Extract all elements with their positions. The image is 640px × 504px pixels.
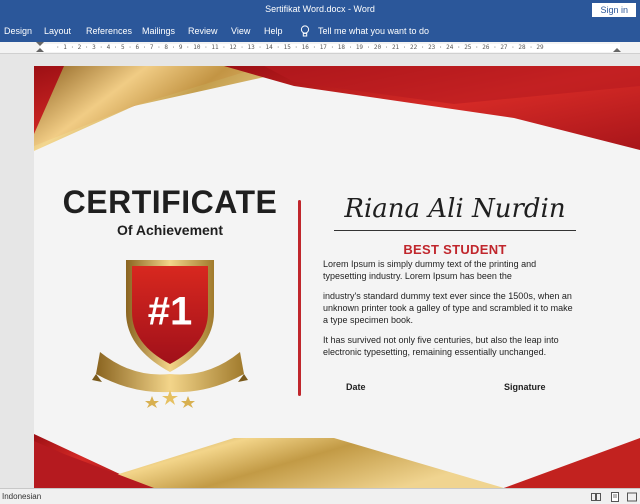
right-indent-marker-icon[interactable] — [613, 42, 621, 52]
signature-label: Signature — [504, 382, 546, 392]
tab-help[interactable]: Help — [264, 26, 283, 36]
read-mode-icon[interactable] — [591, 492, 601, 502]
window-title: Sertifikat Word.docx - Word — [265, 4, 375, 14]
ribbon-tabs: Design Layout References Mailings Review… — [0, 20, 640, 42]
left-indent-marker-icon[interactable] — [36, 42, 44, 52]
print-layout-icon[interactable] — [610, 492, 620, 502]
certificate-title: CERTIFICATE — [62, 184, 278, 220]
tab-review[interactable]: Review — [188, 26, 218, 36]
title-bar: Sertifikat Word.docx - Word Sign in — [0, 0, 640, 20]
ruler-numbers: · 1 · 2 · 3 · 4 · 5 · 6 · 7 · 8 · 9 · 10… — [56, 44, 544, 51]
description-paragraph-3: It has survived not only five centuries,… — [323, 335, 559, 357]
sign-in-button[interactable]: Sign in — [592, 3, 636, 17]
vertical-divider — [298, 200, 301, 396]
web-layout-icon[interactable] — [627, 492, 637, 502]
tab-view[interactable]: View — [231, 26, 250, 36]
name-underline — [334, 230, 576, 231]
tab-design[interactable]: Design — [4, 26, 32, 36]
badge-number: #1 — [148, 290, 193, 334]
document-page[interactable]: CERTIFICATE Of Achievement #1 Riana Ali … — [34, 66, 640, 488]
tell-me-search[interactable]: Tell me what you want to do — [318, 26, 429, 36]
language-indicator[interactable]: Indonesian — [2, 492, 41, 501]
number-one-badge-icon: #1 — [92, 260, 248, 408]
document-workspace[interactable]: CERTIFICATE Of Achievement #1 Riana Ali … — [0, 54, 640, 488]
certificate-subtitle: Of Achievement — [116, 222, 224, 238]
description-paragraph-1: Lorem Ipsum is simply dummy text of the … — [323, 259, 537, 281]
award-title: BEST STUDENT — [403, 242, 507, 257]
horizontal-ruler[interactable]: · 1 · 2 · 3 · 4 · 5 · 6 · 7 · 8 · 9 · 10… — [0, 42, 640, 54]
description-paragraph-2: industry's standard dummy text ever sinc… — [323, 291, 573, 325]
status-bar: Indonesian — [0, 488, 640, 504]
tab-references[interactable]: References — [86, 26, 132, 36]
lightbulb-icon[interactable] — [300, 25, 310, 37]
tab-layout[interactable]: Layout — [44, 26, 71, 36]
recipient-name: Riana Ali Nurdin — [344, 194, 566, 224]
date-label: Date — [346, 382, 366, 392]
tab-mailings[interactable]: Mailings — [142, 26, 175, 36]
